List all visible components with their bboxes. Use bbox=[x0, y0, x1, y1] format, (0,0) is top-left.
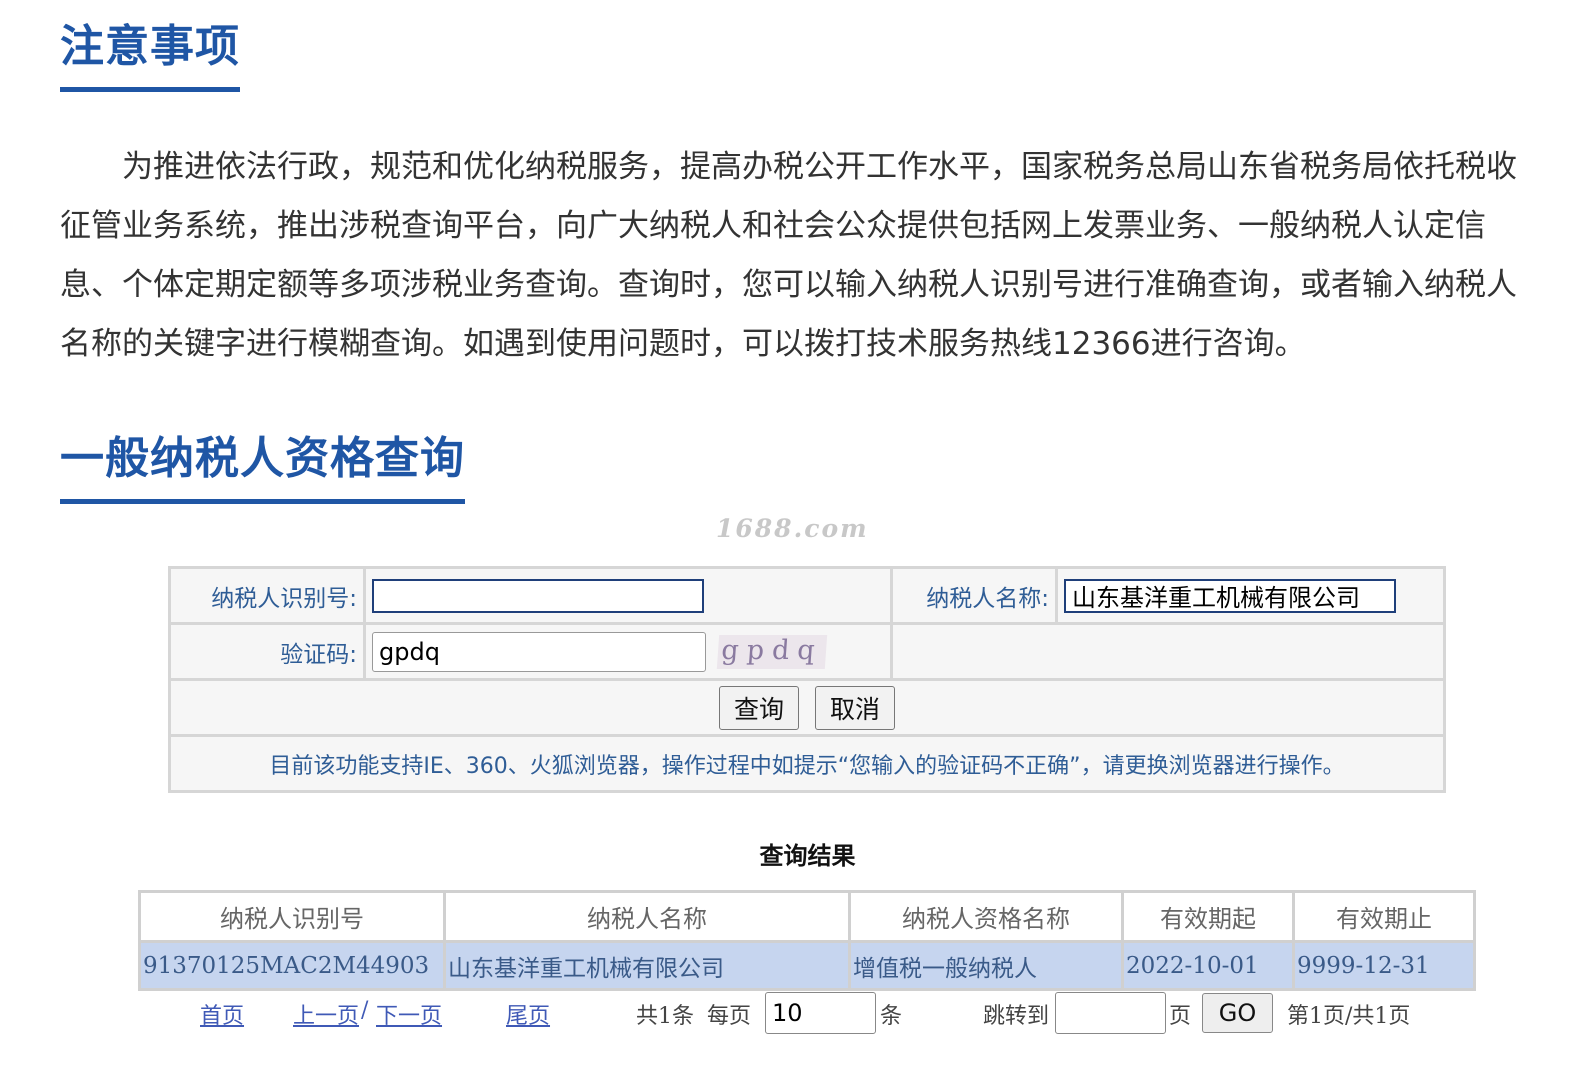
per-page-label: 每页 bbox=[707, 1004, 752, 1029]
qualification-cell: 增值税一般纳税人 bbox=[848, 940, 1124, 991]
taxpayer-name-cell bbox=[1055, 566, 1446, 625]
next-page-link[interactable]: 下一页 bbox=[376, 998, 442, 1030]
browser-notice: 目前该功能支持IE、360、火狐浏览器，操作过程中如提示“您输入的验证码不正确”… bbox=[168, 734, 1446, 793]
page-info: 第1页/共1页 bbox=[1287, 1004, 1411, 1029]
cancel-button[interactable]: 取消 bbox=[815, 685, 896, 730]
captcha-label: 验证码: bbox=[168, 622, 366, 681]
results-header-row: 纳税人识别号 纳税人名称 纳税人资格名称 有效期起 有效期止 bbox=[138, 890, 1476, 943]
empty-cell bbox=[890, 622, 1446, 681]
jump-page-input[interactable] bbox=[1055, 992, 1166, 1034]
valid-to-cell: 9999-12-31 bbox=[1292, 940, 1476, 991]
column-header: 有效期止 bbox=[1292, 890, 1476, 943]
notice-title: 注意事项 bbox=[60, 21, 240, 92]
taxpayer-id-cell bbox=[363, 566, 893, 625]
taxpayer-id-label: 纳税人识别号: bbox=[168, 566, 366, 625]
jump-unit: 页 bbox=[1169, 1004, 1192, 1029]
taxpayer-name-cell: 山东基洋重工机械有限公司 bbox=[443, 940, 851, 991]
button-row: 查询 取消 bbox=[168, 678, 1446, 737]
first-page-link[interactable]: 首页 bbox=[200, 998, 244, 1030]
per-page-unit: 条 bbox=[880, 1004, 903, 1029]
column-header: 有效期起 bbox=[1121, 890, 1295, 943]
results-table: 纳税人识别号 纳税人名称 纳税人资格名称 有效期起 有效期止 91370125M… bbox=[138, 890, 1476, 991]
results-title: 查询结果 bbox=[759, 841, 856, 870]
taxpayer-id-input[interactable] bbox=[372, 578, 704, 613]
notice-body: 为推进依法行政，规范和优化纳税服务，提高办税公开工作水平，国家税务总局山东省税务… bbox=[60, 149, 1517, 362]
taxpayer-name-label: 纳税人名称: bbox=[890, 566, 1058, 625]
query-button[interactable]: 查询 bbox=[718, 685, 799, 730]
column-header: 纳税人识别号 bbox=[138, 890, 446, 943]
taxpayer-name-input[interactable] bbox=[1064, 578, 1396, 613]
captcha-input[interactable] bbox=[372, 631, 706, 672]
valid-from-cell: 2022-10-01 bbox=[1121, 940, 1295, 991]
query-title: 一般纳税人资格查询 bbox=[60, 433, 465, 504]
prev-page-link[interactable]: 上一页 bbox=[293, 998, 359, 1030]
query-form: 纳税人识别号: 纳税人名称: 验证码: gpdq 查询取消 目前该功能支持IE、… bbox=[168, 566, 1446, 793]
per-page-input[interactable] bbox=[765, 992, 876, 1034]
captcha-image[interactable]: gpdq bbox=[716, 634, 828, 669]
go-button[interactable]: GO bbox=[1202, 993, 1273, 1033]
jump-label: 跳转到 bbox=[983, 1004, 1050, 1029]
total-count: 共1条 bbox=[636, 1004, 694, 1029]
pagination: 首页 上一页 / 下一页 尾页 共1条 每页 条 跳转到 页 GO 第1页/共1… bbox=[0, 992, 1593, 1036]
captcha-cell: gpdq bbox=[363, 622, 893, 681]
last-page-link[interactable]: 尾页 bbox=[506, 998, 550, 1030]
pager-separator: / bbox=[361, 998, 369, 1023]
watermark: 1688.com bbox=[716, 514, 869, 543]
taxpayer-id-cell: 91370125MAC2M44903 bbox=[138, 940, 446, 991]
table-row: 91370125MAC2M44903 山东基洋重工机械有限公司 增值税一般纳税人… bbox=[138, 940, 1476, 991]
column-header: 纳税人名称 bbox=[443, 890, 851, 943]
column-header: 纳税人资格名称 bbox=[848, 890, 1124, 943]
